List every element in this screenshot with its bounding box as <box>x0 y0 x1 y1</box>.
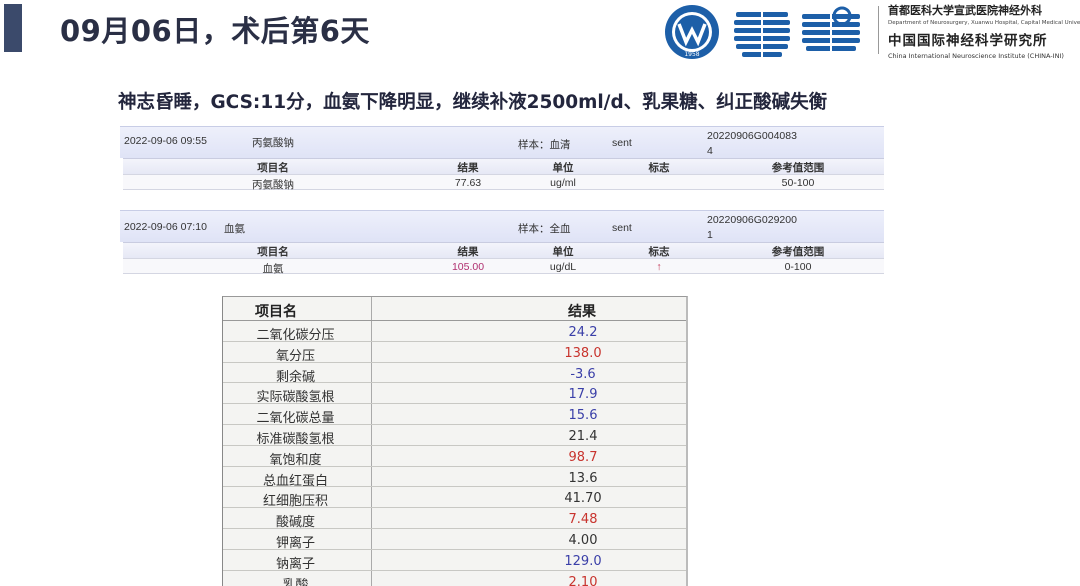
row-result: 105.00 <box>451 261 485 273</box>
table-row: 红细胞压积 41.70 <box>223 487 686 510</box>
row-result: 15.6 <box>568 408 598 424</box>
col-flag: 标志 <box>648 162 670 174</box>
report-test: 血氨 <box>224 223 245 235</box>
blood-gas-header: 项目名 结果 <box>223 297 686 321</box>
col-item: 项目名 <box>255 304 297 320</box>
row-item: 二氧化碳总量 <box>256 411 335 427</box>
row-result: 98.7 <box>568 449 598 465</box>
table-row: 乳酸 2.10 <box>223 571 686 586</box>
row-result: 7.48 <box>568 512 598 528</box>
report-id: 20220906G004083 <box>707 130 797 142</box>
row-result: 24.2 <box>568 325 598 340</box>
table-row: 标准碳酸氢根 21.4 <box>223 425 686 447</box>
row-item: 二氧化碳分压 <box>256 328 335 343</box>
svg-text:1958: 1958 <box>684 51 699 58</box>
row-range: 0-100 <box>784 261 812 273</box>
clinical-summary: 神志昏睡，GCS:11分，血氨下降明显，继续补液2500ml/d、乳果糖、纠正酸… <box>118 92 828 113</box>
lab-report-2: 2022-09-06 07:10 血氨 样本：全血 sent 20220906G… <box>120 210 884 275</box>
blood-gas-table: 项目名 结果 二氧化碳分压 24.2 氧分压 138.0 剩余碱 -3.6 实际碳酸氢根 17… <box>222 296 688 586</box>
institute-en-dept: Department of Neurosurgery, Xuanwu Hospi… <box>888 20 1080 26</box>
report-sample: 样本：全血 <box>518 223 571 235</box>
report-column-header: 项目名 结果 单位 标志 参考值范围 <box>123 242 884 258</box>
table-row: 钠离子 129.0 <box>223 550 686 572</box>
table-row: 酸碱度 7.48 <box>223 508 686 531</box>
row-result: 138.0 <box>564 345 602 361</box>
row-result: -3.6 <box>570 366 596 382</box>
row-item: 氧分压 <box>275 348 315 364</box>
report-id-suffix: 4 <box>707 145 713 157</box>
row-item: 总血红蛋白 <box>262 473 328 489</box>
institute-cn-dept: 首都医科大学宣武医院神经外科 <box>888 4 1042 17</box>
table-row: 二氧化碳分压 24.2 <box>223 321 686 343</box>
table-row: 丙氨酸钠 77.63 ug/ml 50-100 <box>123 174 884 191</box>
hospital-logo-icon <box>734 8 790 60</box>
report-datetime: 2022-09-06 09:55 <box>124 135 207 147</box>
row-item: 实际碳酸氢根 <box>256 390 335 406</box>
row-item: 血氨 <box>262 263 284 275</box>
row-item: 乳酸 <box>282 577 309 586</box>
row-result: 129.0 <box>564 553 602 569</box>
institute-cn-name: 中国国际神经科学研究所 <box>888 33 1048 49</box>
title-accent-bar <box>4 4 22 52</box>
row-result: 41.70 <box>564 491 602 507</box>
report-id: 20220906G029200 <box>707 214 797 226</box>
table-row: 总血红蛋白 13.6 <box>223 467 686 489</box>
col-range: 参考值范围 <box>771 162 825 174</box>
report-header: 2022-09-06 09:55 丙氨酸钠 样本：血清 sent 2022090… <box>120 126 884 158</box>
row-item: 剩余碱 <box>275 369 315 385</box>
col-unit: 单位 <box>552 246 574 258</box>
logo-divider <box>878 6 879 54</box>
slide-title: 09月06日，术后第6天 <box>60 14 370 48</box>
col-result: 结果 <box>457 246 479 258</box>
col-item: 项目名 <box>257 162 289 174</box>
row-item: 红细胞压积 <box>262 494 328 510</box>
table-row: 钾离子 4.00 <box>223 529 686 551</box>
institute-en-name: China International Neuroscience Institu… <box>888 52 1064 60</box>
report-status: sent <box>612 222 632 234</box>
report-header: 2022-09-06 07:10 血氨 样本：全血 sent 20220906G… <box>120 210 884 242</box>
report-id-suffix: 1 <box>707 229 713 241</box>
row-result: 2.10 <box>568 574 598 586</box>
row-unit: ug/ml <box>550 177 576 189</box>
report-test: 丙氨酸钠 <box>252 137 294 149</box>
col-range: 参考值范围 <box>771 246 825 258</box>
row-result: 4.00 <box>568 532 598 548</box>
col-item: 项目名 <box>257 246 289 258</box>
neurosurgery-logo-icon <box>802 6 860 60</box>
row-result: 21.4 <box>568 428 598 444</box>
report-sample: 样本：血清 <box>518 139 571 151</box>
table-row: 二氧化碳总量 15.6 <box>223 404 686 427</box>
row-item: 钾离子 <box>275 535 315 551</box>
row-result: 17.9 <box>568 387 598 403</box>
report-column-header: 项目名 结果 单位 标志 参考值范围 <box>123 158 884 174</box>
row-range: 50-100 <box>781 177 815 189</box>
col-unit: 单位 <box>552 162 574 174</box>
blood-gas-rows: 二氧化碳分压 24.2 氧分压 138.0 剩余碱 -3.6 实际碳酸氢根 17.9 二氧化碳总… <box>223 321 686 586</box>
row-item: 酸碱度 <box>275 515 315 531</box>
report-datetime: 2022-09-06 07:10 <box>124 221 207 233</box>
row-item: 氧饱和度 <box>269 452 322 468</box>
logos: 1958 <box>664 4 874 60</box>
table-row: 氧分压 138.0 <box>223 342 686 364</box>
row-flag: ↑ <box>656 261 662 273</box>
institute-block: 首都医科大学宣武医院神经外科 Department of Neurosurger… <box>888 2 1080 60</box>
university-seal-icon: 1958 <box>665 5 719 59</box>
row-item: 钠离子 <box>275 556 315 572</box>
table-row: 实际碳酸氢根 17.9 <box>223 383 686 406</box>
col-result: 结果 <box>568 304 596 320</box>
lab-report-1: 2022-09-06 09:55 丙氨酸钠 样本：血清 sent 2022090… <box>120 126 884 191</box>
col-flag: 标志 <box>648 246 670 258</box>
report-status: sent <box>612 137 632 149</box>
row-result: 13.6 <box>568 470 598 486</box>
table-row: 剩余碱 -3.6 <box>223 363 686 385</box>
col-result: 结果 <box>457 162 479 174</box>
row-item: 标准碳酸氢根 <box>256 431 335 447</box>
row-unit: ug/dL <box>549 261 577 273</box>
table-row: 血氨 105.00 ug/dL ↑ 0-100 <box>123 258 884 275</box>
row-result: 77.63 <box>454 177 482 189</box>
row-item: 丙氨酸钠 <box>252 179 294 191</box>
table-row: 氧饱和度 98.7 <box>223 446 686 468</box>
